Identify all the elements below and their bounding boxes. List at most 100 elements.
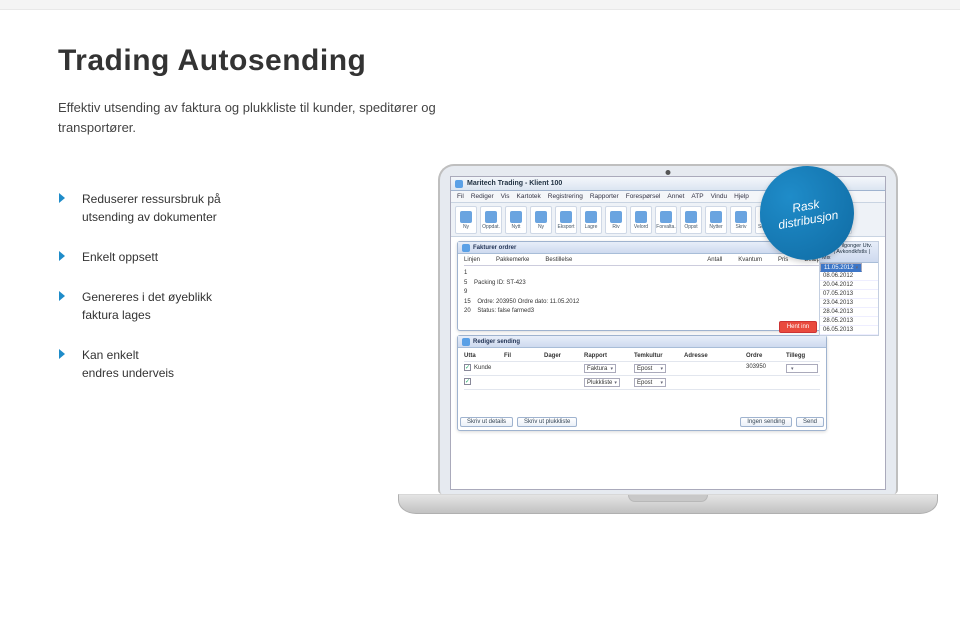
column-header[interactable]: Bestillelse [545, 257, 691, 263]
date-row[interactable]: 08.06.2012 [820, 272, 878, 281]
app-icon [455, 180, 463, 188]
laptop-mockup: Maritech Trading - Klient 100 Fil Redige… [398, 164, 938, 514]
table-row[interactable]: 20 Status: false farmed3 [464, 307, 820, 317]
column-header[interactable]: Ordre [746, 353, 780, 359]
table-row[interactable]: Kunde Faktura Epost 303950 [464, 362, 820, 376]
tool-icon [485, 211, 497, 223]
dates-panel: undens ilgonger Utv. kalt. | Avkondkfstl… [819, 241, 879, 336]
no-sending-button[interactable]: Ingen sending [740, 417, 792, 427]
menu-item[interactable]: Kartotek [517, 193, 541, 200]
menu-item[interactable]: Forespørsel [626, 193, 661, 200]
date-row[interactable]: 23.04.2013 [820, 299, 878, 308]
transport-select[interactable]: Epost [634, 364, 666, 373]
toolbar-button[interactable]: Skriv [730, 206, 752, 234]
menu-item[interactable]: Vindu [711, 193, 728, 200]
packing-id: Packing ID: ST-423 [474, 280, 526, 286]
column-header[interactable]: Antall [707, 257, 722, 263]
menu-item[interactable]: ATP [691, 193, 703, 200]
date-row[interactable]: 20.04.2012 [820, 281, 878, 290]
date-row[interactable]: 28.05.2013 [820, 317, 878, 326]
laptop-base [398, 494, 938, 514]
column-header[interactable]: Pris [778, 257, 788, 263]
chevron-right-icon [58, 250, 68, 262]
table-row[interactable]: 15 Ordre: 203950 Ordre dato: 11.05.2012 [464, 298, 820, 308]
menu-item[interactable]: Registrering [548, 193, 583, 200]
hent-inn-button[interactable]: Hent inn [779, 321, 817, 333]
orders-window: Fakturer ordrer Linjen Pakkemerke Bestil… [457, 241, 827, 331]
column-header[interactable]: Linjen [464, 257, 480, 263]
toolbar-button[interactable]: Lagre [580, 206, 602, 234]
menu-item[interactable]: Vis [501, 193, 510, 200]
column-header[interactable]: Kvantum [738, 257, 762, 263]
bullet-item: Enkelt oppsett [58, 248, 358, 266]
bullet-item: Genereres i det øyeblikkfaktura lages [58, 288, 358, 324]
chevron-right-icon [58, 348, 68, 360]
window-icon [462, 244, 470, 252]
bullet-item: Reduserer ressursbruk påutsending av dok… [58, 190, 358, 226]
toolbar-button[interactable]: Ny [530, 206, 552, 234]
date-row[interactable]: 07.05.2013 [820, 290, 878, 299]
tool-icon [460, 211, 472, 223]
tillegg-select[interactable] [786, 364, 818, 373]
status-info: Status: false farmed3 [477, 308, 534, 314]
date-row[interactable]: 06.05.2013 [820, 326, 878, 335]
tool-icon [710, 211, 722, 223]
column-header[interactable]: Tillegg [786, 353, 820, 359]
column-header[interactable]: Temkultur [634, 353, 678, 359]
toolbar-button[interactable]: Eksport [555, 206, 577, 234]
tool-icon [535, 211, 547, 223]
menu-item[interactable]: Rapporter [590, 193, 619, 200]
window-icon [462, 338, 470, 346]
toolbar-button[interactable]: Riv [605, 206, 627, 234]
bottom-buttons: Skriv ut details Skriv ut plukkliste Ing… [458, 414, 826, 430]
transport-select[interactable]: Epost [634, 378, 666, 387]
page-subtitle: Effektiv utsending av faktura og plukkli… [58, 98, 460, 137]
menu-item[interactable]: Annet [667, 193, 684, 200]
tool-icon [610, 211, 622, 223]
tool-icon [660, 211, 672, 223]
column-header[interactable]: Rapport [584, 353, 628, 359]
toolbar-button[interactable]: Oppst [680, 206, 702, 234]
date-row[interactable]: 11.05.2012 [820, 263, 862, 272]
tool-icon [510, 211, 522, 223]
column-header[interactable]: Fil [504, 353, 538, 359]
toolbar-button[interactable]: Velord [630, 206, 652, 234]
order-info: Ordre: 203950 Ordre dato: 11.05.2012 [477, 299, 579, 305]
tool-icon [735, 211, 747, 223]
toolbar-button[interactable]: Forvalta. [655, 206, 677, 234]
page-top-bar [0, 0, 960, 10]
checkbox[interactable] [464, 378, 471, 385]
column-header[interactable]: Dager [544, 353, 578, 359]
chevron-right-icon [58, 192, 68, 204]
laptop-notch [628, 495, 708, 502]
column-header[interactable]: Pakkemerke [496, 257, 529, 263]
menu-item[interactable]: Hjelp [734, 193, 749, 200]
tool-icon [685, 211, 697, 223]
table-row[interactable]: 9 [464, 288, 820, 298]
menu-item[interactable]: Rediger [471, 193, 494, 200]
app-body: Fakturer ordrer Linjen Pakkemerke Bestil… [457, 241, 879, 483]
report-select[interactable]: Faktura [584, 364, 616, 373]
toolbar-button[interactable]: Oppdat. [480, 206, 502, 234]
toolbar-button[interactable]: Nytter [705, 206, 727, 234]
print-picklist-button[interactable]: Skriv ut plukkliste [517, 417, 577, 427]
tool-icon [585, 211, 597, 223]
date-row[interactable]: 28.04.2013 [820, 308, 878, 317]
tool-icon [560, 211, 572, 223]
print-details-button[interactable]: Skriv ut details [460, 417, 513, 427]
checkbox[interactable] [464, 364, 471, 371]
order-cell: 303950 [746, 364, 780, 373]
camera-dot [666, 170, 671, 175]
menu-item[interactable]: Fil [457, 193, 464, 200]
bullet-text: Kan enkeltendres underveis [82, 346, 174, 382]
report-select[interactable]: Plukkliste [584, 378, 620, 387]
column-header[interactable]: Adresse [684, 353, 740, 359]
send-button[interactable]: Send [796, 417, 824, 427]
table-row[interactable]: 1 [464, 269, 820, 279]
toolbar-button[interactable]: Nytt [505, 206, 527, 234]
toolbar-button[interactable]: Ny [455, 206, 477, 234]
orders-title: Fakturer ordrer [473, 245, 516, 251]
table-row[interactable]: 5 Packing ID: ST-423 [464, 279, 820, 289]
table-row[interactable]: Plukkliste Epost [464, 376, 820, 390]
column-header[interactable]: Utta [464, 353, 498, 359]
